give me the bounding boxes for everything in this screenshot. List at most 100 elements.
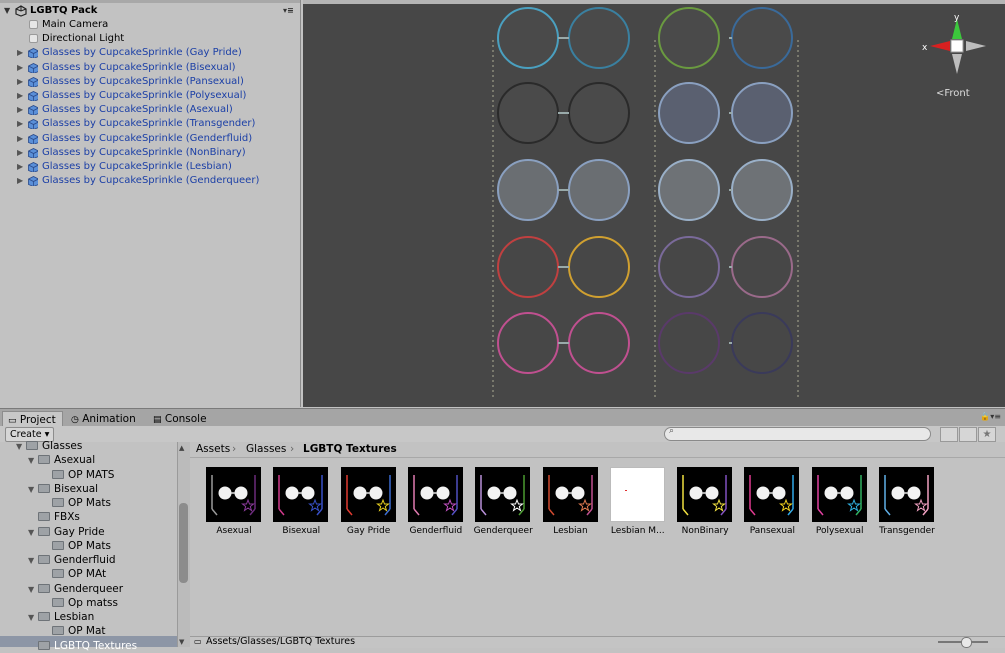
expand-arrow-icon[interactable]: ▼ bbox=[4, 4, 12, 18]
folder-icon bbox=[38, 612, 50, 621]
zoom-slider-handle[interactable] bbox=[961, 637, 972, 648]
folder-item[interactable]: Op matss bbox=[52, 596, 118, 610]
lens-mesh bbox=[497, 312, 559, 374]
expand-arrow-icon[interactable]: ▼ bbox=[16, 440, 26, 454]
options-icon[interactable]: ▾≡ bbox=[283, 4, 294, 18]
hierarchy-item-prefab[interactable]: ▶ Glasses by CupcakeSprinkle (NonBinary) bbox=[0, 146, 300, 160]
asset-label: Genderqueer bbox=[473, 526, 533, 536]
lens-mesh bbox=[497, 7, 559, 69]
asset-thumbnail[interactable] bbox=[475, 467, 531, 522]
asset-thumbnail[interactable] bbox=[677, 467, 733, 522]
asset-label: Pansexual bbox=[749, 526, 796, 536]
breadcrumb-glasses[interactable]: Glasses bbox=[246, 443, 286, 455]
folder-icon bbox=[52, 569, 64, 579]
expand-arrow-icon[interactable]: ▶ bbox=[17, 61, 25, 75]
folder-item[interactable]: ▼ Glasses bbox=[16, 439, 82, 453]
folder-item[interactable]: OP Mats bbox=[52, 539, 111, 553]
expand-arrow-icon[interactable]: ▼ bbox=[28, 526, 38, 540]
hierarchy-scene-root[interactable]: ▼ LGBTQ Pack ▾≡ bbox=[0, 4, 300, 18]
asset-thumbnail[interactable] bbox=[542, 467, 598, 522]
expand-arrow-icon[interactable]: ▶ bbox=[17, 75, 25, 89]
breadcrumb-assets[interactable]: Assets bbox=[196, 443, 230, 455]
glasses-texture-icon bbox=[278, 475, 324, 516]
prefab-cube-icon bbox=[28, 147, 38, 158]
expand-arrow-icon[interactable]: ▼ bbox=[28, 454, 38, 468]
glasses-texture-icon bbox=[413, 475, 458, 516]
folder-item[interactable]: OP Mat bbox=[52, 624, 106, 638]
hierarchy-item-prefab[interactable]: ▶ Glasses by CupcakeSprinkle (Pansexual) bbox=[0, 75, 300, 89]
expand-arrow-icon[interactable]: ▶ bbox=[17, 117, 25, 131]
prefab-cube-icon bbox=[28, 105, 38, 116]
bottom-tab-bar: ▭ Project ◷ Animation ▤ Console 🔒▾≡ bbox=[0, 408, 1005, 428]
folder-item[interactable]: OP Mats bbox=[52, 496, 111, 510]
lock-icon[interactable]: 🔒▾≡ bbox=[980, 412, 1001, 421]
expand-arrow-icon[interactable]: ▶ bbox=[17, 146, 25, 160]
glasses-texture-icon bbox=[884, 475, 929, 516]
hierarchy-item-prefab[interactable]: ▶ Glasses by CupcakeSprinkle (Lesbian) bbox=[0, 160, 300, 174]
tab-console[interactable]: ▤ Console bbox=[148, 411, 213, 427]
scroll-up-arrow-icon[interactable]: ▲ bbox=[179, 444, 184, 452]
expand-arrow-icon[interactable]: ▶ bbox=[17, 160, 25, 174]
expand-arrow-icon[interactable]: ▶ bbox=[17, 103, 25, 117]
hierarchy-item-label: Glasses by CupcakeSprinkle (Bisexual) bbox=[42, 61, 236, 73]
hierarchy-item-prefab[interactable]: ▶ Glasses by CupcakeSprinkle (Polysexual) bbox=[0, 89, 300, 103]
scroll-down-arrow-icon[interactable]: ▼ bbox=[179, 638, 184, 646]
folder-item[interactable]: ▼ Gay Pride bbox=[28, 525, 105, 539]
folder-item[interactable]: OP MATS bbox=[52, 468, 114, 482]
asset-label: Gay Pride bbox=[346, 526, 391, 536]
asset-thumbnail[interactable] bbox=[879, 467, 934, 522]
expand-arrow-icon[interactable]: ▼ bbox=[28, 611, 38, 625]
filter-type-icon[interactable] bbox=[940, 427, 958, 442]
folder-icon bbox=[52, 498, 64, 507]
breadcrumb-current[interactable]: LGBTQ Textures bbox=[303, 443, 397, 455]
expand-arrow-icon[interactable]: ▼ bbox=[28, 483, 38, 497]
expand-arrow-icon[interactable]: ▶ bbox=[17, 89, 25, 103]
lens-mesh bbox=[731, 82, 793, 144]
asset-thumbnail[interactable] bbox=[206, 467, 261, 522]
folder-icon: ▭ bbox=[194, 637, 202, 646]
asset-thumbnail[interactable] bbox=[273, 467, 329, 522]
scrollbar-thumb[interactable] bbox=[179, 503, 188, 583]
folder-item[interactable]: ▼ Asexual bbox=[28, 453, 95, 467]
asset-label: Transgender bbox=[879, 526, 935, 536]
folder-item[interactable]: OP MAt bbox=[52, 567, 106, 581]
asset-thumbnail[interactable] bbox=[340, 467, 396, 522]
folder-icon bbox=[38, 583, 50, 593]
folder-item[interactable]: ▼ Bisexual bbox=[28, 482, 98, 496]
expand-arrow-icon[interactable]: ▶ bbox=[17, 174, 25, 188]
scene-gizmo[interactable]: y x bbox=[920, 12, 996, 82]
hierarchy-item-prefab[interactable]: ▶ Glasses by CupcakeSprinkle (Genderfluid… bbox=[0, 132, 300, 146]
view-orientation-label[interactable]: <Front bbox=[936, 88, 970, 99]
hierarchy-item-prefab[interactable]: ▶ Glasses by CupcakeSprinkle (Transgender… bbox=[0, 117, 300, 131]
expand-arrow-icon[interactable]: ▶ bbox=[17, 46, 25, 60]
asset-thumbnail[interactable] bbox=[811, 467, 867, 522]
folder-item[interactable]: ▼ Genderfluid bbox=[28, 553, 116, 567]
hierarchy-item[interactable]: Main Camera bbox=[0, 18, 300, 32]
lens-mesh bbox=[658, 82, 720, 144]
expand-arrow-icon[interactable]: ▼ bbox=[28, 554, 38, 568]
expand-arrow-icon[interactable]: ▶ bbox=[17, 132, 25, 146]
search-input[interactable]: ⌕ bbox=[664, 426, 931, 441]
filter-label-icon[interactable] bbox=[959, 427, 977, 442]
hierarchy-item-prefab[interactable]: ▶ Glasses by CupcakeSprinkle (Asexual) bbox=[0, 103, 300, 117]
prefab-cube-icon bbox=[28, 91, 38, 101]
folder-item[interactable]: FBXs bbox=[28, 510, 80, 524]
lens-mesh bbox=[731, 312, 793, 374]
asset-thumbnail[interactable] bbox=[744, 467, 800, 522]
hierarchy-item-label: Glasses by CupcakeSprinkle (Genderfluid) bbox=[42, 132, 253, 144]
lens-mesh bbox=[497, 82, 559, 144]
asset-thumbnail[interactable] bbox=[609, 467, 665, 522]
folder-item[interactable]: ▼ Genderqueer bbox=[28, 582, 123, 596]
favorite-star-icon[interactable]: ★ bbox=[978, 427, 996, 442]
folder-item[interactable]: ▼ Lesbian bbox=[28, 610, 94, 624]
hierarchy-item-prefab[interactable]: ▶ Glasses by CupcakeSprinkle (Gay Pride) bbox=[0, 46, 300, 60]
expand-arrow-icon[interactable]: ▼ bbox=[28, 583, 38, 597]
asset-thumbnail[interactable] bbox=[407, 467, 463, 522]
folder-icon bbox=[38, 555, 50, 564]
folder-item[interactable]: LGBTQ Textures bbox=[28, 639, 137, 653]
hierarchy-item-prefab[interactable]: ▶ Glasses by CupcakeSprinkle (Bisexual) bbox=[0, 61, 300, 75]
hierarchy-item[interactable]: Directional Light bbox=[0, 32, 300, 46]
glasses-texture-icon bbox=[816, 475, 862, 516]
tab-animation[interactable]: ◷ Animation bbox=[66, 411, 142, 427]
hierarchy-item-prefab[interactable]: ▶ Glasses by CupcakeSprinkle (Genderqueer… bbox=[0, 174, 300, 188]
